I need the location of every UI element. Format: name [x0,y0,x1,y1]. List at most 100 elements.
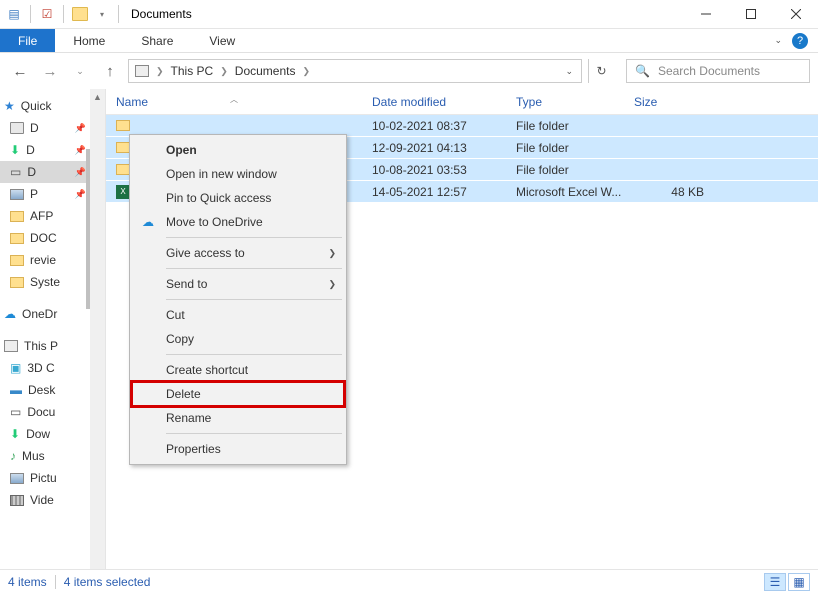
address-dropdown-icon[interactable]: ⌄ [559,66,579,77]
file-date: 10-08-2021 03:53 [362,163,506,177]
sidebar-onedrive[interactable]: ☁OneDr [0,303,90,325]
sidebar-quick-access[interactable]: ★Quick [0,95,90,117]
menu-create-shortcut[interactable]: Create shortcut [132,358,344,382]
close-button[interactable] [773,0,818,29]
excel-icon: X [116,185,130,199]
sidebar-item[interactable]: ▬Desk [0,379,90,401]
up-button[interactable]: ↑ [98,59,122,83]
ribbon-expand-icon[interactable]: ⌄ [774,29,788,52]
sidebar-item[interactable]: AFP [0,205,90,227]
sidebar-label: Syste [30,275,60,289]
view-details-button[interactable]: ☰ [764,573,786,591]
menu-open-new-window[interactable]: Open in new window [132,162,344,186]
menu-pin-quick-access[interactable]: Pin to Quick access [132,186,344,210]
tab-home[interactable]: Home [55,29,123,52]
file-type: File folder [506,119,624,133]
sidebar-item[interactable]: ♪Mus [0,445,90,467]
menu-delete[interactable]: Delete [132,382,344,406]
window-title: Documents [127,7,683,21]
sidebar-item[interactable]: DOC [0,227,90,249]
sort-indicator-icon: ︿ [230,94,238,105]
menu-send-to[interactable]: Send to❯ [132,272,344,296]
file-type: File folder [506,141,624,155]
address-bar[interactable]: ❯ This PC ❯ Documents ❯ ⌄ [128,59,582,83]
submenu-arrow-icon: ❯ [328,279,336,290]
menu-properties[interactable]: Properties [132,437,344,461]
view-icons-button[interactable]: ▦ [788,573,810,591]
column-type[interactable]: Type [506,95,624,109]
sidebar-label: Dow [26,427,50,441]
sidebar-label: Docu [27,405,55,419]
column-size[interactable]: Size [624,95,720,109]
cloud-icon: ☁ [140,215,156,229]
scroll-up-icon[interactable]: ▲ [90,89,105,105]
back-button[interactable]: ← [8,59,32,83]
sidebar-item[interactable]: Vide [0,489,90,511]
breadcrumb-documents[interactable]: Documents [231,64,300,78]
column-label: Name [116,95,148,109]
sidebar-label: DOC [30,231,57,245]
search-placeholder: Search Documents [658,64,760,78]
recent-dropdown-icon[interactable]: ⌄ [68,59,92,83]
maximize-button[interactable] [728,0,773,29]
search-icon: 🔍 [627,64,658,78]
file-date: 12-09-2021 04:13 [362,141,506,155]
sidebar-label: OneDr [22,307,57,321]
sidebar-item[interactable]: ⬇D📌 [0,139,90,161]
file-type: Microsoft Excel W... [506,185,624,199]
search-input[interactable]: 🔍 Search Documents [626,59,810,83]
menu-label: Create shortcut [166,363,248,377]
menu-cut[interactable]: Cut [132,303,344,327]
menu-open[interactable]: Open [132,138,344,162]
sidebar-item[interactable]: Syste [0,271,90,293]
refresh-button[interactable]: ↻ [588,59,614,83]
file-date: 14-05-2021 12:57 [362,185,506,199]
chevron-right-icon[interactable]: ❯ [153,66,167,77]
sidebar-item[interactable]: D📌 [0,117,90,139]
minimize-button[interactable] [683,0,728,29]
file-date: 10-02-2021 08:37 [362,119,506,133]
sidebar-item[interactable]: ▣3D C [0,357,90,379]
forward-button[interactable]: → [38,59,62,83]
sidebar-label: D [26,143,35,157]
pc-icon[interactable] [131,65,153,77]
vertical-scrollbar[interactable]: ▲ [90,89,106,569]
breadcrumb-thispc[interactable]: This PC [167,64,218,78]
pin-icon: 📌 [75,123,90,134]
chevron-right-icon[interactable]: ❯ [217,66,231,77]
menu-separator [166,433,342,434]
menu-separator [166,354,342,355]
folder-icon [116,142,130,153]
tab-view[interactable]: View [191,29,253,52]
menu-label: Open in new window [166,167,277,181]
sidebar-thispc[interactable]: This P [0,335,90,357]
menu-label: Cut [166,308,185,322]
qat-select-icon[interactable]: ☑ [39,6,55,22]
sidebar-item[interactable]: ▭D📌 [0,161,90,183]
column-name[interactable]: Name ︿ [106,95,362,109]
sidebar-label: This P [24,339,58,353]
qat-properties-icon[interactable]: ▤ [6,6,22,22]
sidebar-item[interactable]: Pictu [0,467,90,489]
sidebar-item[interactable]: revie [0,249,90,271]
sidebar-label: AFP [30,209,53,223]
sidebar-item[interactable]: ⬇Dow [0,423,90,445]
file-type: File folder [506,163,624,177]
menu-label: Delete [166,387,201,401]
menu-move-onedrive[interactable]: ☁Move to OneDrive [132,210,344,234]
tab-share[interactable]: Share [123,29,191,52]
column-date[interactable]: Date modified [362,95,506,109]
menu-copy[interactable]: Copy [132,327,344,351]
menu-rename[interactable]: Rename [132,406,344,430]
chevron-right-icon[interactable]: ❯ [299,66,313,77]
file-tab[interactable]: File [0,29,55,52]
sidebar-item[interactable]: ▭Docu [0,401,90,423]
navigation-sidebar: ★Quick D📌 ⬇D📌 ▭D📌 P📌 AFP DOC revie Syste… [0,89,90,569]
sidebar-item[interactable]: P📌 [0,183,90,205]
qat-dropdown-icon[interactable]: ▾ [94,6,110,22]
status-separator [55,575,56,589]
menu-give-access[interactable]: Give access to❯ [132,241,344,265]
qat-divider [63,5,64,23]
sidebar-label: 3D C [27,361,54,375]
help-button[interactable]: ? [792,33,808,49]
